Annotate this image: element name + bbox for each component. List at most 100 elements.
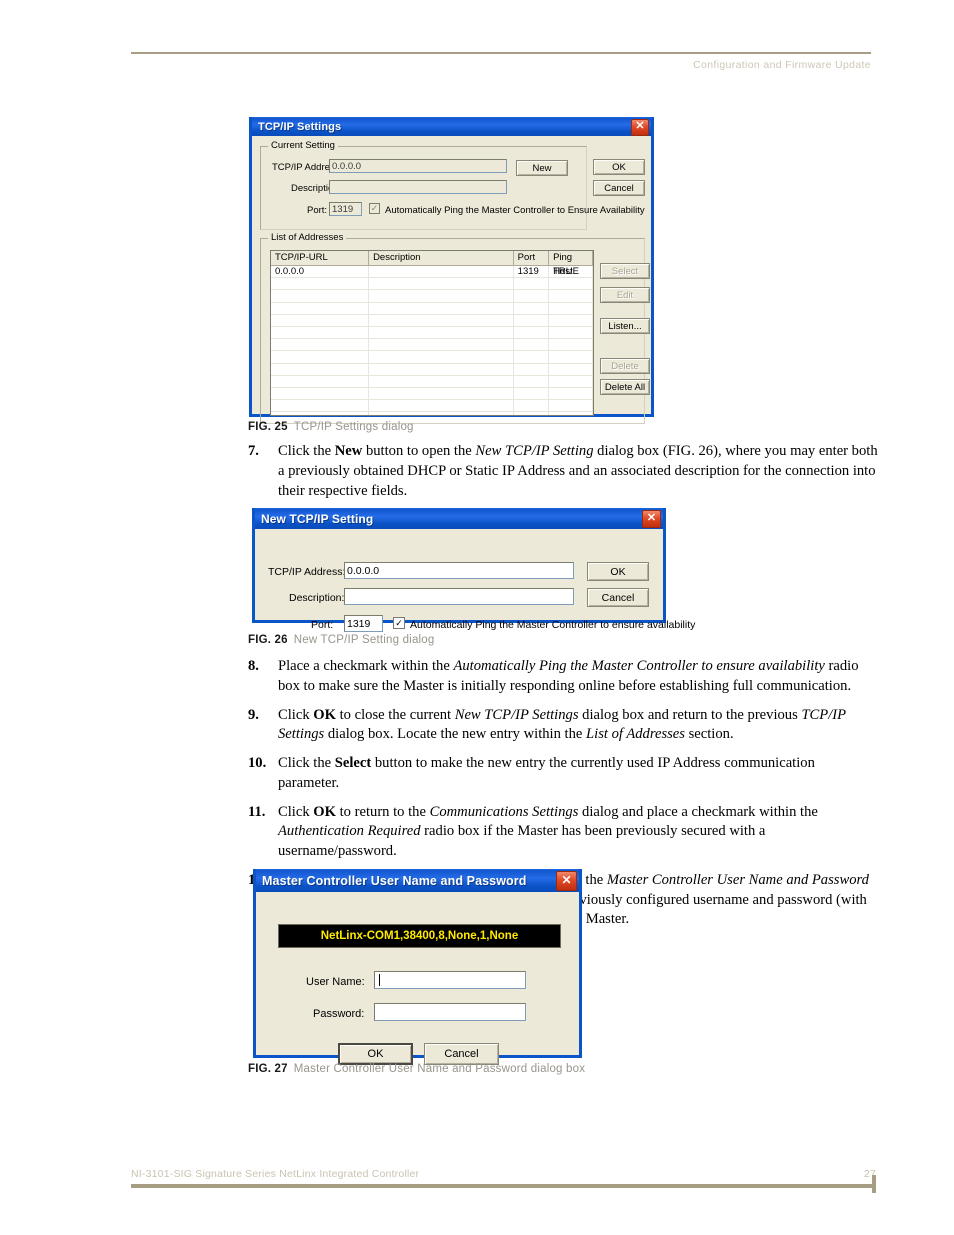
- dialog-body: TCP/IP Address: 0.0.0.0 OK Description: …: [255, 529, 695, 641]
- cell-port: 1319: [513, 266, 550, 279]
- cell-empty: [549, 302, 593, 315]
- cell-empty: [549, 375, 593, 388]
- tcpip-address-field[interactable]: 0.0.0.0: [344, 562, 574, 579]
- table-row-empty[interactable]: [271, 375, 593, 388]
- table-row-empty[interactable]: [271, 278, 593, 291]
- cell-empty: [271, 387, 370, 401]
- dialog-title-bar[interactable]: TCP/IP Settings ✕: [252, 117, 651, 136]
- close-icon[interactable]: ✕: [642, 510, 661, 528]
- delete-button[interactable]: Delete: [600, 358, 650, 374]
- auto-ping-checkbox[interactable]: ✓: [369, 203, 380, 214]
- list-header-row: TCP/IP-URL Description Port Ping Host: [271, 251, 593, 277]
- dialog-title-text: Master Controller User Name and Password: [262, 873, 527, 888]
- step-text: Click OK to return to the Communications…: [278, 803, 818, 860]
- table-row-empty[interactable]: [271, 339, 593, 352]
- footer-rule: [131, 1184, 876, 1188]
- password-field[interactable]: [374, 1003, 526, 1021]
- list-item: 10. Click the Select button to make the …: [248, 754, 878, 794]
- cell-empty: [271, 290, 370, 303]
- table-row-empty[interactable]: [271, 363, 593, 376]
- cell-empty: [271, 351, 370, 364]
- column-header-url[interactable]: TCP/IP-URL: [271, 251, 370, 266]
- tcpip-address-field[interactable]: 0.0.0.0: [329, 159, 507, 173]
- new-tcpip-setting-dialog[interactable]: New TCP/IP Setting ✕ TCP/IP Address: 0.0…: [252, 508, 695, 632]
- table-row-empty[interactable]: [271, 302, 593, 315]
- edit-button[interactable]: Edit: [600, 287, 650, 303]
- master-controller-credentials-dialog[interactable]: Master Controller User Name and Password…: [253, 869, 582, 1065]
- column-header-port[interactable]: Port: [513, 251, 550, 266]
- cancel-button[interactable]: Cancel: [424, 1043, 499, 1065]
- cell-empty: [271, 363, 370, 376]
- cancel-button[interactable]: Cancel: [593, 180, 645, 196]
- current-setting-group-label: Current Setting: [268, 140, 338, 151]
- cell-empty: [549, 339, 593, 352]
- select-button[interactable]: Select: [600, 263, 650, 279]
- cell-empty: [549, 314, 593, 327]
- table-row-empty[interactable]: [271, 351, 593, 364]
- table-row-empty[interactable]: [271, 387, 593, 401]
- cell-empty: [549, 278, 593, 291]
- table-row-empty[interactable]: [271, 326, 593, 340]
- cell-empty: [271, 314, 370, 327]
- close-icon[interactable]: ✕: [556, 871, 577, 891]
- cancel-button[interactable]: Cancel: [587, 588, 649, 607]
- auto-ping-checkbox[interactable]: ✓: [393, 617, 405, 629]
- step-number: 7.: [248, 443, 259, 459]
- listen-button[interactable]: Listen...: [600, 318, 650, 334]
- list-item: 8. Place a checkmark within the Automati…: [248, 657, 878, 697]
- table-row-empty[interactable]: [271, 400, 593, 413]
- footer-tick: [872, 1175, 876, 1193]
- cell-empty: [513, 302, 550, 315]
- close-icon[interactable]: ✕: [631, 119, 649, 136]
- dialog-title-bar[interactable]: New TCP/IP Setting ✕: [255, 508, 663, 529]
- cell-empty: [549, 387, 593, 401]
- cell-empty: [513, 339, 550, 352]
- ok-button[interactable]: OK: [593, 159, 645, 175]
- cell-empty: [549, 412, 593, 415]
- port-field[interactable]: 1319: [329, 202, 362, 216]
- dialog-title-bar[interactable]: Master Controller User Name and Password…: [256, 869, 579, 892]
- cell-ping-host: TRUE: [549, 266, 593, 279]
- step-list-a: 7. Click the New button to open the New …: [248, 442, 878, 510]
- ok-button[interactable]: OK: [587, 562, 649, 581]
- cell-empty: [369, 387, 514, 401]
- cell-empty: [513, 290, 550, 303]
- cell-empty: [549, 351, 593, 364]
- cell-empty: [271, 302, 370, 315]
- cell-empty: [369, 375, 514, 388]
- table-row-empty[interactable]: [271, 290, 593, 303]
- column-header-ping-host[interactable]: Ping Host: [549, 251, 593, 277]
- cell-empty: [369, 339, 514, 352]
- addresses-list-view[interactable]: TCP/IP-URL Description Port Ping Host 0.…: [270, 250, 594, 416]
- cell-empty: [369, 326, 514, 340]
- description-field[interactable]: [344, 588, 574, 605]
- table-row[interactable]: 0.0.0.0 1319 TRUE: [271, 266, 593, 279]
- figure-caption-text: New TCP/IP Setting dialog: [293, 634, 435, 646]
- dialog-title-text: TCP/IP Settings: [258, 120, 342, 133]
- user-name-label: User Name:: [306, 976, 365, 988]
- figure-number: FIG. 26: [248, 634, 288, 646]
- cell-empty: [271, 326, 370, 340]
- figure-caption-text: TCP/IP Settings dialog: [293, 421, 414, 433]
- figure-caption-26: FIG. 26 New TCP/IP Setting dialog: [248, 634, 434, 646]
- new-button[interactable]: New: [516, 160, 568, 176]
- description-field[interactable]: [329, 180, 507, 194]
- dialog-body: NetLinx-COM1,38400,8,None,1,None User Na…: [256, 892, 579, 1078]
- cell-empty: [549, 326, 593, 340]
- ok-button[interactable]: OK: [338, 1043, 413, 1065]
- user-name-field[interactable]: [374, 971, 526, 989]
- table-row-empty[interactable]: [271, 314, 593, 327]
- delete-all-button[interactable]: Delete All: [600, 379, 650, 395]
- step-number: 9.: [248, 706, 259, 723]
- cell-empty: [369, 351, 514, 364]
- step-text: Click OK to close the current New TCP/IP…: [278, 706, 846, 743]
- cell-empty: [369, 302, 514, 315]
- cell-empty: [513, 400, 550, 413]
- cell-empty: [271, 278, 370, 291]
- column-header-description[interactable]: Description: [369, 251, 514, 266]
- tcpip-settings-dialog[interactable]: TCP/IP Settings ✕ Current Setting TCP/IP…: [249, 117, 654, 424]
- port-field[interactable]: 1319: [344, 615, 383, 632]
- running-head: Configuration and Firmware Update: [693, 59, 871, 71]
- table-row-empty[interactable]: [271, 412, 593, 415]
- text-caret: [379, 974, 380, 986]
